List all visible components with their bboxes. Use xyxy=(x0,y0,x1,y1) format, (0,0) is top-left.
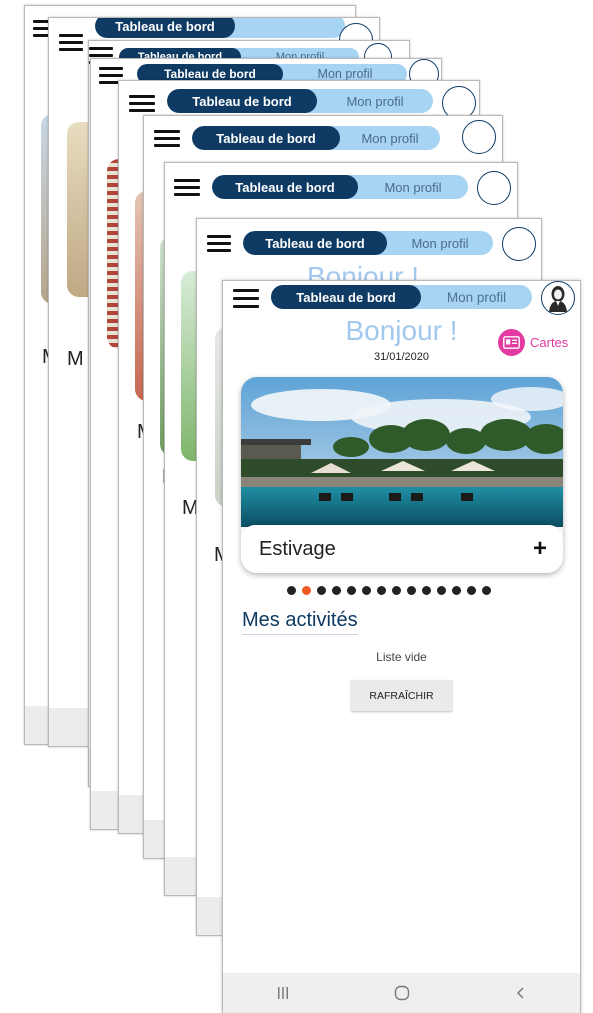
menu-icon[interactable] xyxy=(233,289,259,308)
tab-profile[interactable]: Mon profil xyxy=(421,285,532,309)
tab-profile: Mon profil xyxy=(361,130,419,146)
tab-dashboard: Tableau de bord xyxy=(212,175,358,199)
avatar xyxy=(502,227,536,261)
tab-profile: Mon profil xyxy=(384,179,442,195)
carousel-dot[interactable] xyxy=(302,586,311,595)
carousel-dot[interactable] xyxy=(362,586,371,595)
id-card-icon xyxy=(498,329,525,356)
home-icon[interactable] xyxy=(382,978,422,1008)
card-footer: Estivage + xyxy=(241,525,563,573)
header-toggle: Tableau de bord Mon profil xyxy=(212,175,468,199)
menu-icon xyxy=(174,179,200,196)
tab-dashboard: Tableau de bord xyxy=(95,18,235,38)
carousel-dot[interactable] xyxy=(422,586,431,595)
tab-dashboard: Tableau de bord xyxy=(167,89,317,113)
carousel-dot[interactable] xyxy=(377,586,386,595)
menu-icon xyxy=(59,34,83,51)
user-avatar-icon xyxy=(549,286,567,312)
header-toggle: Tableau de bord Mon profil xyxy=(271,285,532,309)
carousel-dot[interactable] xyxy=(467,586,476,595)
card-title: Estivage xyxy=(259,538,336,560)
recents-icon[interactable] xyxy=(263,978,303,1008)
carousel-dot[interactable] xyxy=(332,586,341,595)
tab-dashboard: Tableau de bord xyxy=(243,231,387,255)
carousel-dot[interactable] xyxy=(392,586,401,595)
section-title-fragment: M xyxy=(67,348,84,370)
header-toggle: Tableau de bord Mon profil xyxy=(192,126,440,150)
carousel-dot[interactable] xyxy=(347,586,356,595)
system-navbar xyxy=(223,973,580,1013)
avatar xyxy=(477,171,511,205)
refresh-button[interactable]: RAFRAÎCHIR xyxy=(351,680,452,711)
carousel-dot[interactable] xyxy=(482,586,491,595)
avatar xyxy=(462,120,496,154)
carousel-dot[interactable] xyxy=(452,586,461,595)
carousel-dot[interactable] xyxy=(407,586,416,595)
carousel-dot[interactable] xyxy=(287,586,296,595)
header-toggle: Tableau de bord Mon profil xyxy=(243,231,493,255)
tab-dashboard: Tableau de bord xyxy=(192,126,340,150)
empty-list-text: Liste vide xyxy=(376,650,427,664)
menu-icon xyxy=(154,130,180,147)
header-toggle: Tableau de bord Mon profil xyxy=(167,89,433,113)
activities-title: Mes activités xyxy=(242,609,358,635)
back-icon[interactable] xyxy=(501,978,541,1008)
tab-profile: Mon profil xyxy=(411,235,469,251)
cartes-label: Cartes xyxy=(530,335,569,350)
add-icon[interactable]: + xyxy=(533,537,547,561)
card-photo xyxy=(241,377,563,527)
carousel-dot[interactable] xyxy=(317,586,326,595)
tab-profile: Mon profil xyxy=(346,93,404,109)
header-toggle: Tableau de bord xyxy=(95,18,345,38)
activity-card[interactable]: Estivage + xyxy=(241,377,563,573)
menu-icon xyxy=(129,95,155,112)
tab-dashboard[interactable]: Tableau de bord xyxy=(271,285,421,309)
menu-icon xyxy=(207,235,231,252)
avatar[interactable] xyxy=(541,281,575,315)
dashboard-screen: Tableau de bord Mon profil Bonjour ! 31/… xyxy=(222,280,581,1013)
cartes-button[interactable]: Cartes xyxy=(498,329,568,356)
carousel-dot[interactable] xyxy=(437,586,446,595)
carousel-pagination[interactable] xyxy=(287,586,497,595)
